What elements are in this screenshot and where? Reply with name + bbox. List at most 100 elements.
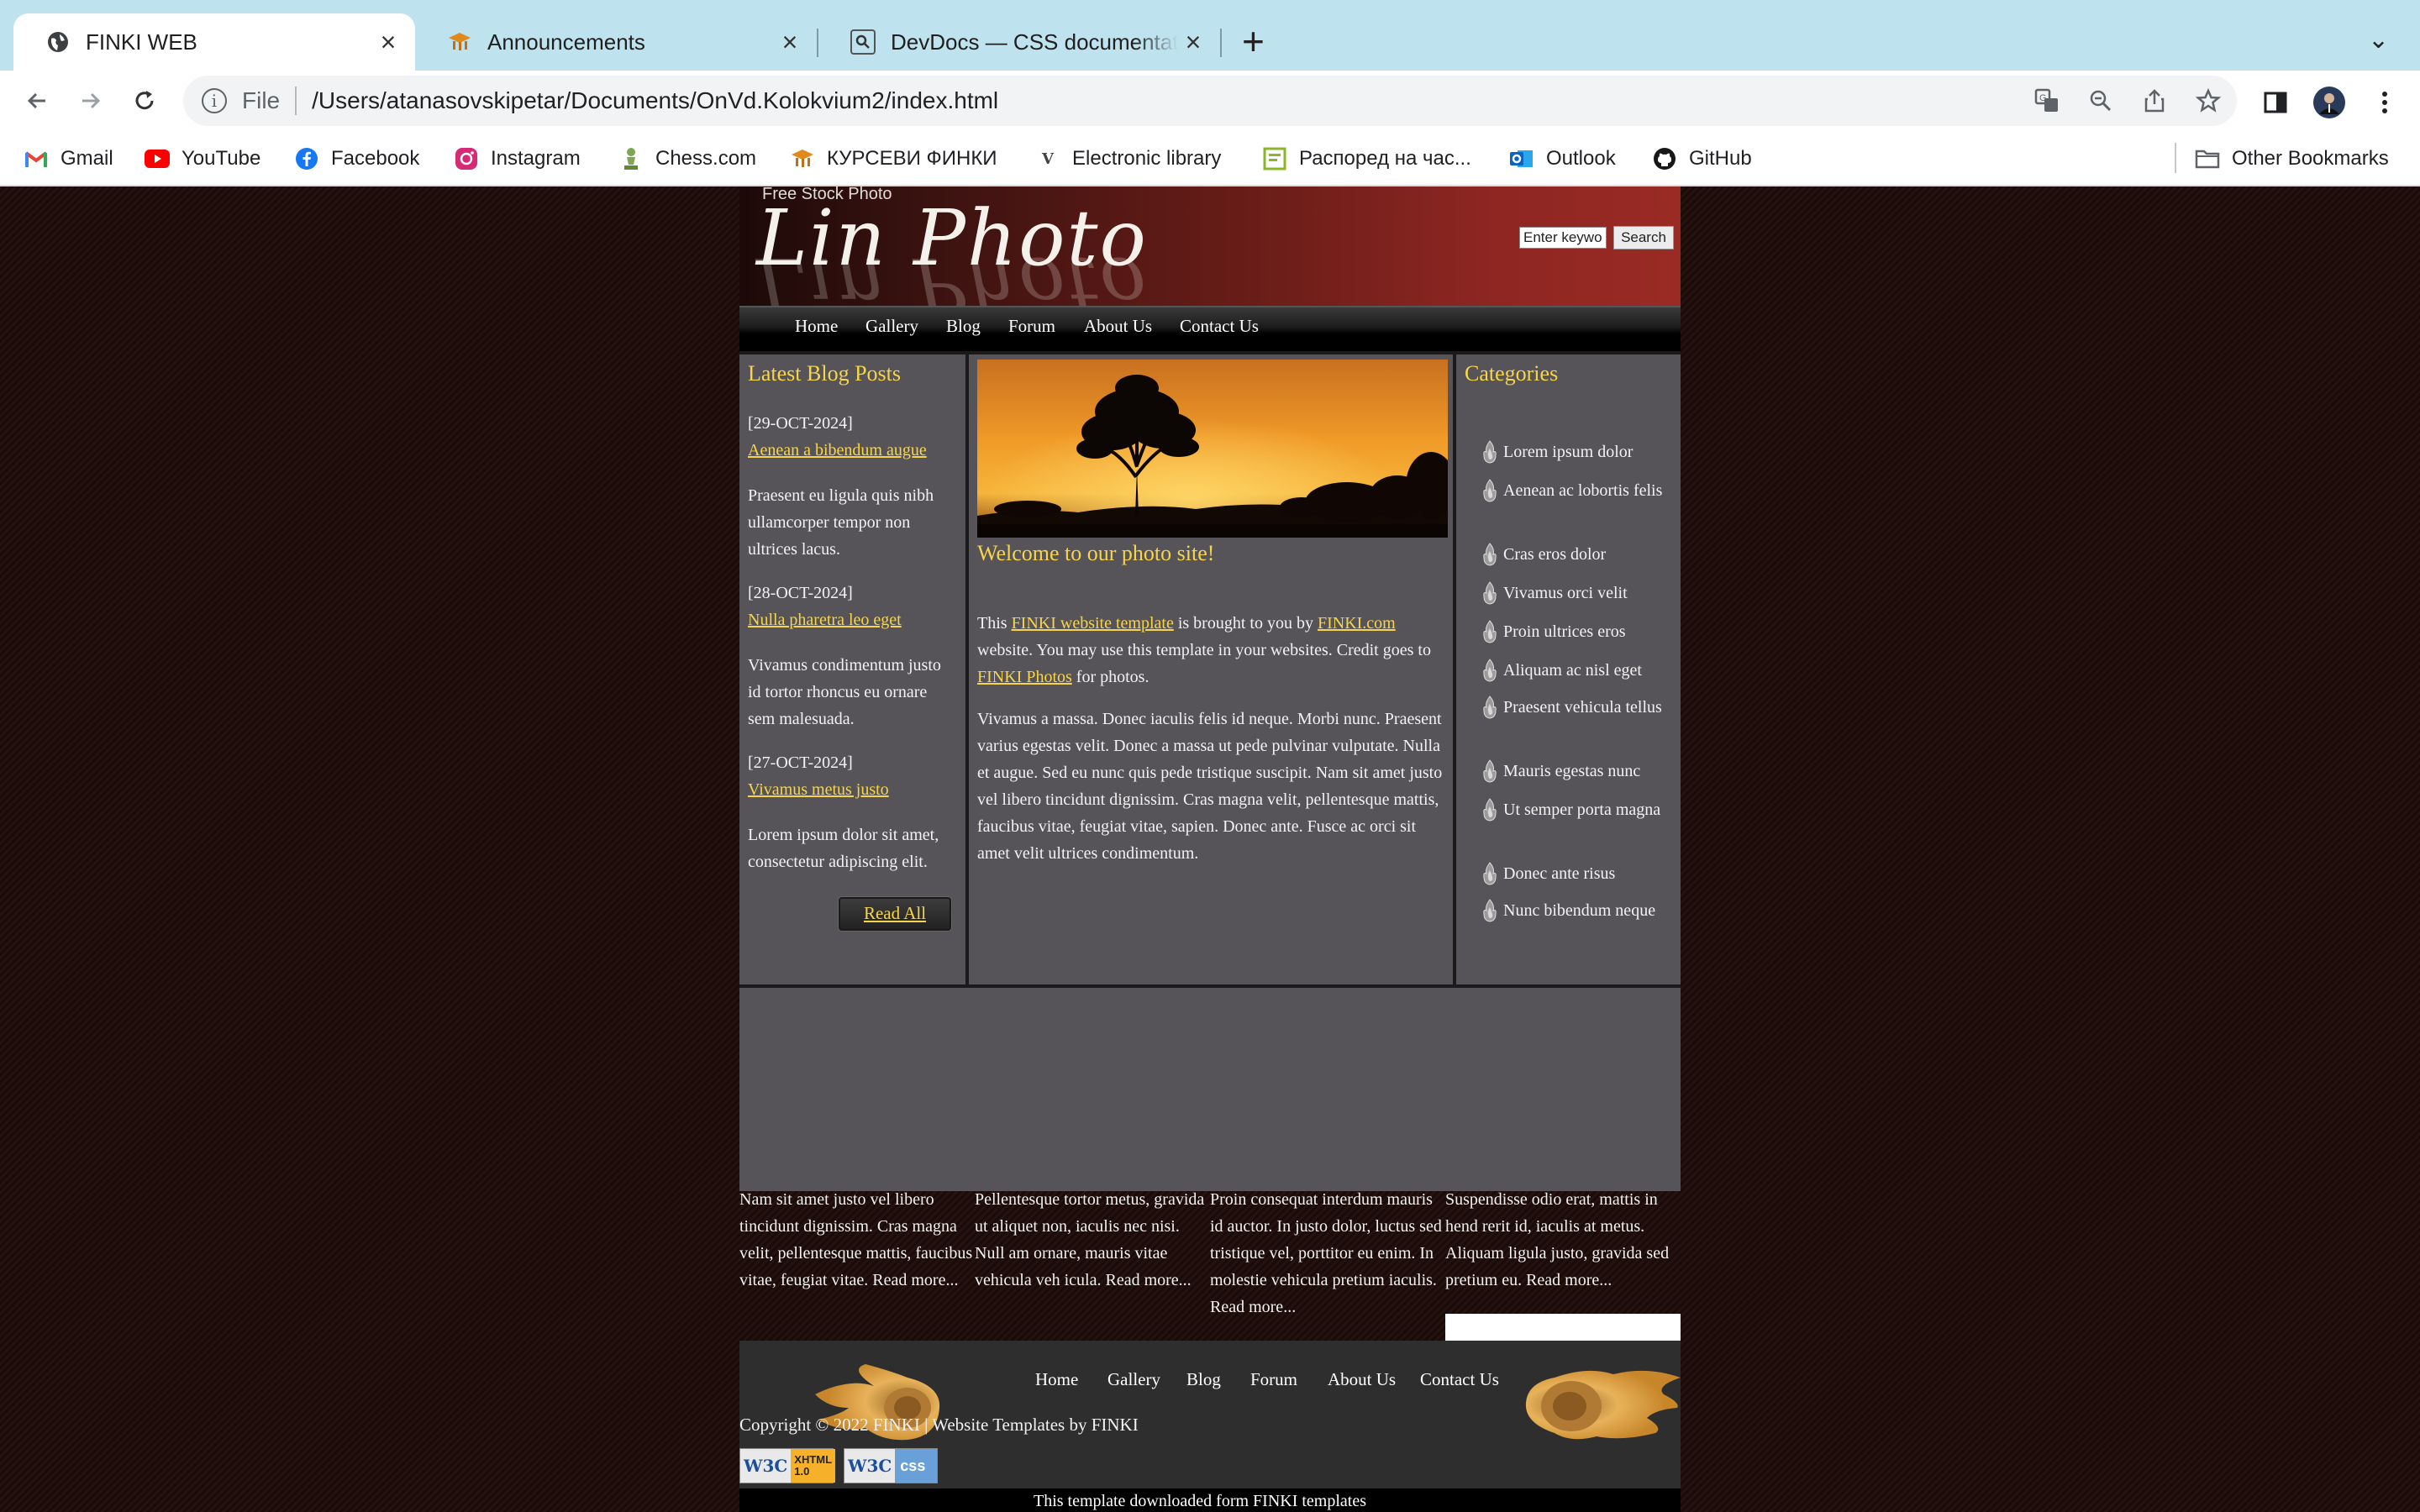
sunset-tree-photo <box>977 360 1448 538</box>
finki-link[interactable]: FINKI.com <box>1318 614 1396 633</box>
nav-forum[interactable]: Forum <box>1008 316 1055 337</box>
blog-post-link[interactable]: Aenean a bibendum augue <box>748 437 958 464</box>
facebook-icon <box>294 146 319 171</box>
site-logo[interactable]: Lin Photo <box>756 193 1148 283</box>
close-tab-icon[interactable]: × <box>1178 27 1208 58</box>
w3c-logo: W3C <box>744 1456 788 1476</box>
nav-gallery[interactable]: Gallery <box>865 316 918 337</box>
bookmark-finki-courses[interactable]: КУРСЕВИ ФИНКИ <box>790 143 997 175</box>
bookmark-electronic-library[interactable]: V Electronic library <box>1035 143 1221 175</box>
category-item[interactable]: Proin ultrices eros <box>1481 618 1658 645</box>
folder-icon <box>2195 146 2220 171</box>
category-item[interactable]: Ut semper porta magna <box>1481 796 1660 850</box>
site-info-icon[interactable]: i <box>202 88 227 113</box>
featured-placeholder <box>1445 1314 1681 1341</box>
side-panel-icon[interactable] <box>2259 86 2292 119</box>
tab-search-chevron-icon[interactable]: ⌄ <box>2368 25 2389 55</box>
bookmark-schedule[interactable]: Распоред на час... <box>1262 143 1471 175</box>
address-url[interactable]: /Users/atanasovskipetar/Documents/OnVd.K… <box>312 87 998 114</box>
blog-post-date: [29-OCT-2024] <box>748 414 853 433</box>
finki-photos-link[interactable]: FINKI Photos <box>977 668 1072 686</box>
profile-avatar[interactable] <box>2312 86 2346 119</box>
share-icon[interactable] <box>2139 86 2170 116</box>
flame-bullet-icon <box>1481 543 1498 566</box>
read-all-button[interactable]: Read All <box>839 897 951 931</box>
back-arrow-icon <box>27 92 45 109</box>
bookmark-label: Electronic library <box>1072 147 1222 170</box>
gmail-icon <box>24 146 49 171</box>
footer-nav-gallery[interactable]: Gallery <box>1107 1369 1160 1390</box>
forward-button[interactable] <box>74 84 108 118</box>
bookmark-instagram[interactable]: Instagram <box>454 143 581 175</box>
tab-devdocs[interactable]: DevDocs — CSS documentation × <box>818 13 1220 71</box>
intro-text: This <box>977 614 1012 633</box>
search-button[interactable]: Search <box>1613 226 1674 249</box>
flame-bullet-icon <box>1481 620 1498 643</box>
footer-nav-home[interactable]: Home <box>1035 1369 1078 1390</box>
nav-home[interactable]: Home <box>795 316 838 337</box>
blog-post-link[interactable]: Nulla pharetra leo eget <box>748 606 958 633</box>
blog-heading: Latest Blog Posts <box>748 361 902 386</box>
category-item[interactable]: Vivamus orci velit <box>1481 580 1658 606</box>
copyright-text: Copyright © 2022 FINKI | Website Templat… <box>739 1415 1139 1435</box>
nav-about-us[interactable]: About Us <box>1084 316 1152 337</box>
category-item[interactable]: Cras eros dolor <box>1481 541 1658 568</box>
translate-icon[interactable]: G <box>2032 86 2062 116</box>
category-item[interactable]: Praesent vehicula tellus <box>1481 694 1662 748</box>
flame-bullet-icon <box>1481 696 1498 719</box>
footer-nav-contact-us[interactable]: Contact Us <box>1420 1369 1499 1390</box>
browser-menu-icon[interactable] <box>2368 86 2402 119</box>
schedule-icon <box>1262 146 1287 171</box>
footer-nav-blog[interactable]: Blog <box>1186 1369 1221 1390</box>
flame-bullet-icon <box>1481 759 1498 783</box>
reload-button[interactable] <box>128 84 161 118</box>
category-item[interactable]: Aenean ac lobortis felis <box>1481 477 1662 531</box>
category-item[interactable]: Mauris egestas nunc <box>1481 758 1658 785</box>
bookmark-github[interactable]: GitHub <box>1652 143 1752 175</box>
close-tab-icon[interactable]: × <box>775 27 805 58</box>
browser-toolbar: i File /Users/atanasovskipetar/Documents… <box>0 71 2420 131</box>
bookmark-facebook[interactable]: Facebook <box>294 143 419 175</box>
bookmark-label: Gmail <box>60 147 113 170</box>
tab-finki-web[interactable]: FINKI WEB × <box>13 13 415 71</box>
forward-arrow-icon <box>82 92 101 109</box>
category-item[interactable]: Aliquam ac nisl eget <box>1481 657 1658 684</box>
flame-bullet-icon <box>1481 798 1498 822</box>
footer-nav-about-us[interactable]: About Us <box>1328 1369 1396 1390</box>
bookmark-youtube[interactable]: YouTube <box>145 143 260 175</box>
footer-nav-forum[interactable]: Forum <box>1250 1369 1297 1390</box>
w3c-xhtml-badge[interactable]: W3C XHTML 1.0 <box>739 1448 835 1483</box>
bookmark-label: Facebook <box>331 147 420 170</box>
close-tab-icon[interactable]: × <box>373 27 403 58</box>
flame-bullet-icon <box>1481 479 1498 502</box>
back-button[interactable] <box>20 84 54 118</box>
outlook-icon <box>1509 146 1534 171</box>
address-bar[interactable]: i File /Users/atanasovskipetar/Documents… <box>183 76 2237 126</box>
bookmarks-divider <box>2175 143 2176 173</box>
instagram-icon <box>454 146 479 171</box>
bookmark-outlook[interactable]: Outlook <box>1509 143 1616 175</box>
new-tab-button[interactable]: + <box>1242 22 1265 60</box>
nav-contact-us[interactable]: Contact Us <box>1180 316 1259 337</box>
category-item[interactable]: Nunc bibendum neque <box>1481 897 1658 951</box>
download-credit-bar: This template downloaded form FINKI temp… <box>739 1488 1681 1512</box>
category-item[interactable]: Donec ante risus <box>1481 860 1658 887</box>
search-input[interactable]: Enter keywo <box>1519 227 1607 249</box>
other-bookmarks[interactable]: Other Bookmarks <box>2195 143 2389 175</box>
main-content: Welcome to our photo site! This FINKI we… <box>969 354 1453 984</box>
bookmark-label: YouTube <box>182 147 261 170</box>
tab-announcements[interactable]: Announcements × <box>415 13 817 71</box>
category-item[interactable]: Lorem ipsum dolor <box>1481 438 1658 465</box>
template-link[interactable]: FINKI website template <box>1012 614 1174 633</box>
bookmark-star-icon[interactable] <box>2193 86 2223 116</box>
zoom-out-icon[interactable] <box>2086 86 2116 116</box>
featured-text: Pellentesque tortor metus, gravida ut al… <box>975 1190 1205 1289</box>
bookmark-gmail[interactable]: Gmail <box>24 143 113 175</box>
nav-blog[interactable]: Blog <box>946 316 981 337</box>
blog-post-link[interactable]: Vivamus metus justo <box>748 776 958 803</box>
category-label: Cras eros dolor <box>1503 545 1607 564</box>
featured-text: Proin consequat interdum mauris id aucto… <box>1210 1190 1442 1316</box>
bookmark-chess[interactable]: Chess.com <box>618 143 756 175</box>
w3c-css-badge[interactable]: W3C css <box>844 1448 938 1483</box>
blog-post-date: [27-OCT-2024] <box>748 753 853 772</box>
